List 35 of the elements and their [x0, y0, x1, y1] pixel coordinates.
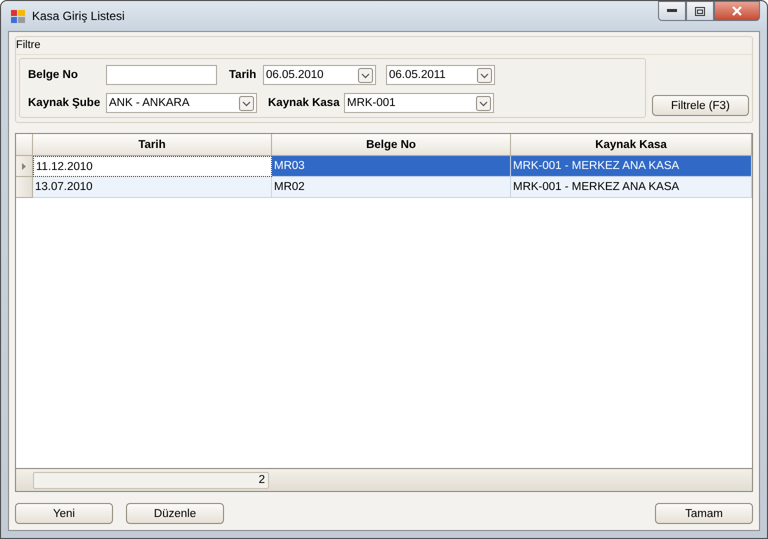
- date-picker[interactable]: 06.05.2010: [263, 65, 376, 85]
- input-field[interactable]: [106, 65, 217, 85]
- ok-button[interactable]: Tamam: [655, 503, 753, 524]
- table-cell: 13.07.2010: [33, 177, 272, 198]
- action-button[interactable]: Yeni: [15, 503, 113, 524]
- table-cell: MRK-001 - MERKEZ ANA KASA: [511, 156, 752, 177]
- caret-icon[interactable]: [239, 96, 254, 110]
- action-button[interactable]: Düzenle: [126, 503, 224, 524]
- row-header[interactable]: [16, 156, 33, 177]
- field-label: Kaynak Kasa: [268, 97, 341, 109]
- table-cell: MRK-001 - MERKEZ ANA KASA: [511, 177, 752, 198]
- field-label: Belge No: [28, 69, 79, 81]
- row-count: 2: [33, 472, 269, 488]
- table-cell: MR02: [272, 177, 511, 198]
- maximize-icon: [695, 6, 705, 16]
- dropdown[interactable]: ANK - ANKARA: [106, 93, 257, 113]
- caret-icon[interactable]: [358, 68, 373, 82]
- maximize-button[interactable]: [686, 1, 714, 21]
- caret-icon[interactable]: [476, 96, 491, 110]
- field-label: Kaynak Şube: [28, 97, 102, 109]
- filter-button[interactable]: Filtrele (F3): [652, 95, 749, 116]
- filter-title: Filtre: [16, 39, 40, 51]
- date-picker[interactable]: 06.05.2011: [386, 65, 495, 85]
- window-title: Kasa Giriş Listesi: [32, 9, 126, 23]
- field-label: Tarih: [229, 69, 258, 81]
- caret-icon[interactable]: [477, 68, 492, 82]
- minimize-icon: [667, 9, 677, 13]
- table-cell: MR03: [272, 156, 511, 177]
- app-icon: [10, 8, 26, 24]
- close-button[interactable]: [714, 1, 760, 21]
- dropdown[interactable]: MRK-001: [344, 93, 494, 113]
- table-cell: 11.12.2010: [33, 156, 272, 177]
- current-row-icon: [22, 162, 26, 170]
- minimize-button[interactable]: [658, 1, 686, 21]
- close-icon: [731, 6, 743, 16]
